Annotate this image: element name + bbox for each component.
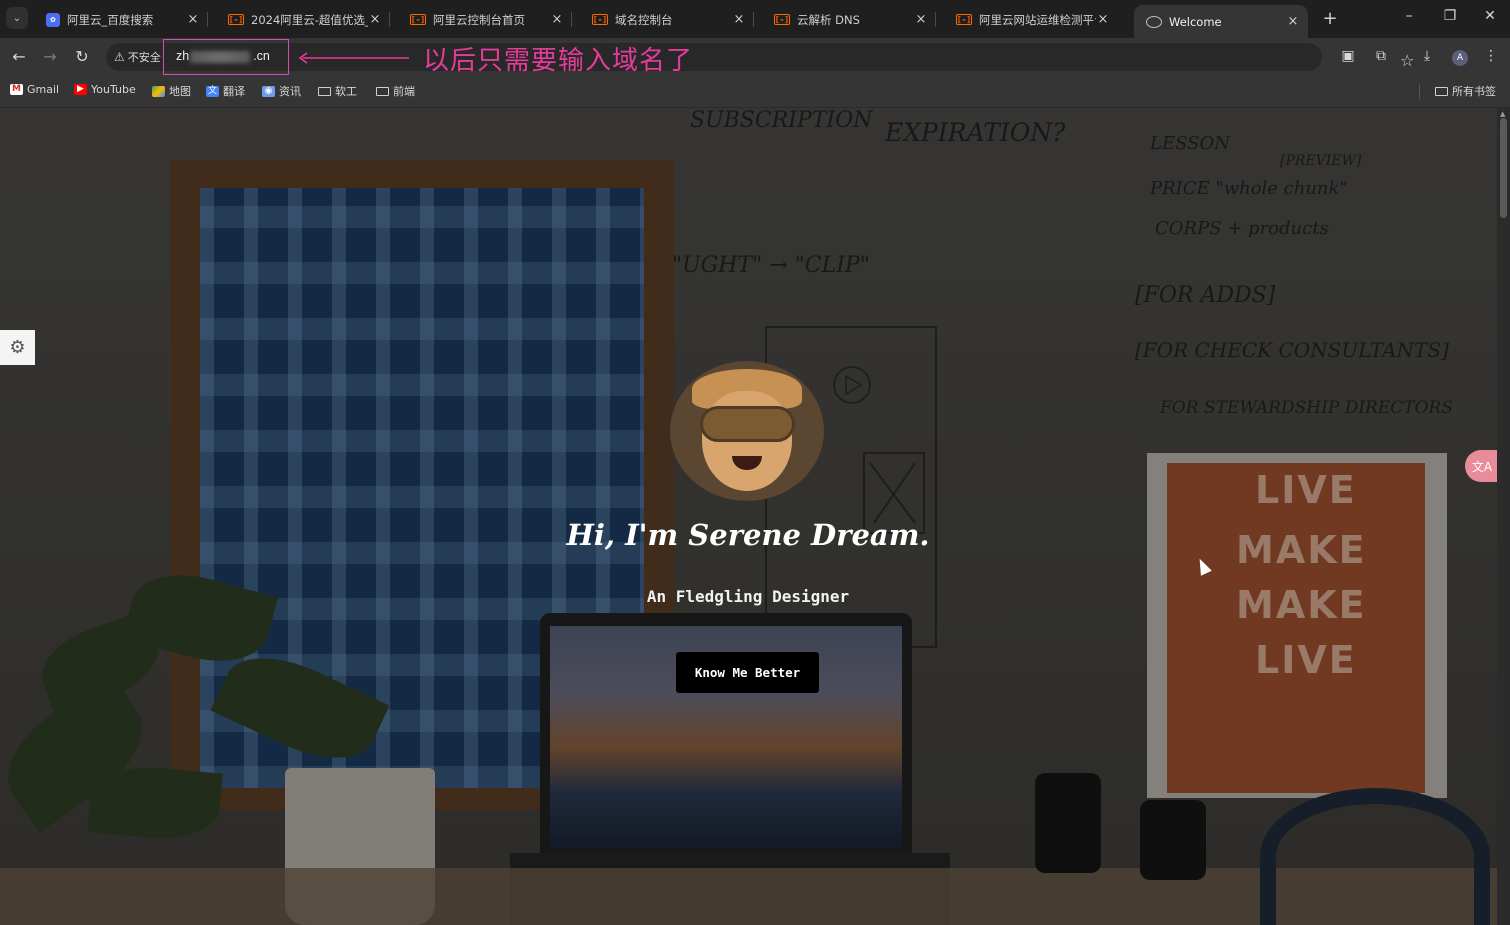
tab-close-icon[interactable]: × <box>732 12 746 27</box>
bookmarks-bar: M Gmail ▶ YouTube 地图 文 翻译 ◉ 资讯 软工 前端 所有书… <box>0 76 1510 108</box>
tab-cloud-dns[interactable]: [-] 云解析 DNS × <box>762 5 936 34</box>
goggles-icon <box>700 406 795 442</box>
tab-title: 2024阿里云-超值优选_上 <box>251 12 368 27</box>
folder-icon <box>318 86 331 96</box>
profile-avatar[interactable]: A <box>1452 50 1468 66</box>
bookmark-label: 翻译 <box>223 85 245 98</box>
folder-icon <box>1435 86 1448 96</box>
tab-title: 阿里云控制台首页 <box>433 12 525 27</box>
tab-baidu-search[interactable]: ✿ 阿里云_百度搜索 × <box>34 5 208 34</box>
tab-title: 域名控制台 <box>615 12 673 27</box>
bookmark-label: Gmail <box>27 83 60 96</box>
bookmark-label: YouTube <box>91 83 136 96</box>
all-bookmarks[interactable]: 所有书签 <box>1435 83 1496 99</box>
translate-icon: 文 <box>206 85 219 97</box>
tab-title: 阿里云网站运维检测平台 <box>979 12 1096 27</box>
page-viewport: SUBSCRIPTION EXPIRATION? "UGHT" → "CLIP"… <box>0 108 1497 925</box>
url-redaction <box>190 51 250 63</box>
bookmark-label: 前端 <box>393 85 415 98</box>
baidu-paw-icon: ✿ <box>46 12 60 27</box>
maps-icon <box>152 85 165 97</box>
tab-search-icon[interactable]: ⌄ <box>6 7 28 29</box>
tab-title: Welcome <box>1169 14 1222 29</box>
back-button[interactable]: ← <box>8 47 30 67</box>
menu-kebab-icon[interactable]: ⋮ <box>1480 48 1502 64</box>
folder-icon <box>376 86 389 96</box>
download-icon[interactable]: ⤓ <box>1416 48 1438 64</box>
warning-icon: ⚠ <box>114 50 125 64</box>
forward-button[interactable]: → <box>39 47 61 67</box>
security-label: 不安全 <box>127 51 161 64</box>
bookmark-label: 地图 <box>169 85 191 98</box>
tab-close-icon[interactable]: × <box>914 12 928 27</box>
aliyun-icon: [-] <box>592 14 608 25</box>
news-icon: ◉ <box>262 85 275 97</box>
tab-close-icon[interactable]: × <box>1286 14 1300 29</box>
tab-close-icon[interactable]: × <box>368 12 382 27</box>
tab-close-icon[interactable]: × <box>550 12 564 27</box>
bookmark-news[interactable]: ◉ 资讯 <box>262 83 301 99</box>
tab-welcome[interactable]: Welcome × <box>1134 5 1308 38</box>
bookmark-translate[interactable]: 文 翻译 <box>206 83 245 99</box>
avatar <box>670 361 824 501</box>
gmail-icon: M <box>10 84 23 95</box>
bookmark-maps[interactable]: 地图 <box>152 83 191 99</box>
extension-mirror-icon[interactable]: ▣ <box>1337 48 1359 64</box>
settings-gear-icon[interactable]: ⚙ <box>0 330 35 365</box>
bookmark-gmail[interactable]: M Gmail <box>10 83 59 96</box>
globe-icon <box>1146 15 1162 28</box>
annotation-text: 以后只需要输入域名了 <box>423 46 694 76</box>
bookmark-folder-software[interactable]: 软工 <box>318 83 357 99</box>
know-me-better-button[interactable]: Know Me Better <box>676 652 819 693</box>
bookmark-youtube[interactable]: ▶ YouTube <box>74 83 136 96</box>
scroll-up-icon[interactable]: ▲ <box>1500 110 1505 118</box>
hero-subtitle: An Fledgling Designer <box>646 587 850 606</box>
tab-title: 阿里云_百度搜索 <box>67 12 154 27</box>
hero-title: Hi, I'm Serene Dream. <box>566 518 930 552</box>
new-tab-button[interactable]: + <box>1320 9 1340 29</box>
youtube-icon: ▶ <box>74 84 87 95</box>
close-window-button[interactable]: ✕ <box>1478 8 1502 24</box>
tab-site-monitor[interactable]: [-] 阿里云网站运维检测平台 × <box>944 5 1118 34</box>
aliyun-icon: [-] <box>774 14 790 25</box>
tab-domain-console[interactable]: [-] 域名控制台 × <box>580 5 754 34</box>
security-indicator[interactable]: ⚠ 不安全 <box>114 49 161 65</box>
annotation-arrow-icon <box>298 52 409 64</box>
minimize-button[interactable]: – <box>1397 8 1421 24</box>
bookmark-label: 资讯 <box>279 85 301 98</box>
aliyun-icon: [-] <box>956 14 972 25</box>
bookmark-folder-frontend[interactable]: 前端 <box>376 83 415 99</box>
tab-close-icon[interactable]: × <box>186 12 200 27</box>
aliyun-icon: [-] <box>228 14 244 25</box>
browser-toolbar: ← → ↻ ⚠ 不安全 zh .cn ☆ ▣ ⧉ ⤓ A ⋮ <box>0 38 1510 76</box>
bookmark-label: 软工 <box>335 85 357 98</box>
tab-aliyun-console[interactable]: [-] 阿里云控制台首页 × <box>398 5 572 34</box>
all-bookmarks-label: 所有书签 <box>1452 85 1496 98</box>
extensions-puzzle-icon[interactable]: ⧉ <box>1370 48 1392 64</box>
address-bar[interactable]: ⚠ 不安全 zh .cn ☆ <box>106 39 1414 75</box>
translate-float-button[interactable]: 文A <box>1465 450 1497 482</box>
restore-button[interactable]: ❐ <box>1438 8 1462 24</box>
tab-strip: ⌄ ✿ 阿里云_百度搜索 × [-] 2024阿里云-超值优选_上 × [-] … <box>0 0 1510 38</box>
reload-button[interactable]: ↻ <box>71 47 93 67</box>
tab-aliyun-promo[interactable]: [-] 2024阿里云-超值优选_上 × <box>216 5 390 34</box>
aliyun-icon: [-] <box>410 14 426 25</box>
page-scrollbar[interactable]: ▲ <box>1497 108 1510 925</box>
scrollbar-thumb[interactable] <box>1500 118 1507 218</box>
bookmark-star-icon[interactable]: ☆ <box>1400 51 1414 70</box>
tab-close-icon[interactable]: × <box>1096 12 1110 27</box>
tab-title: 云解析 DNS <box>797 12 860 27</box>
